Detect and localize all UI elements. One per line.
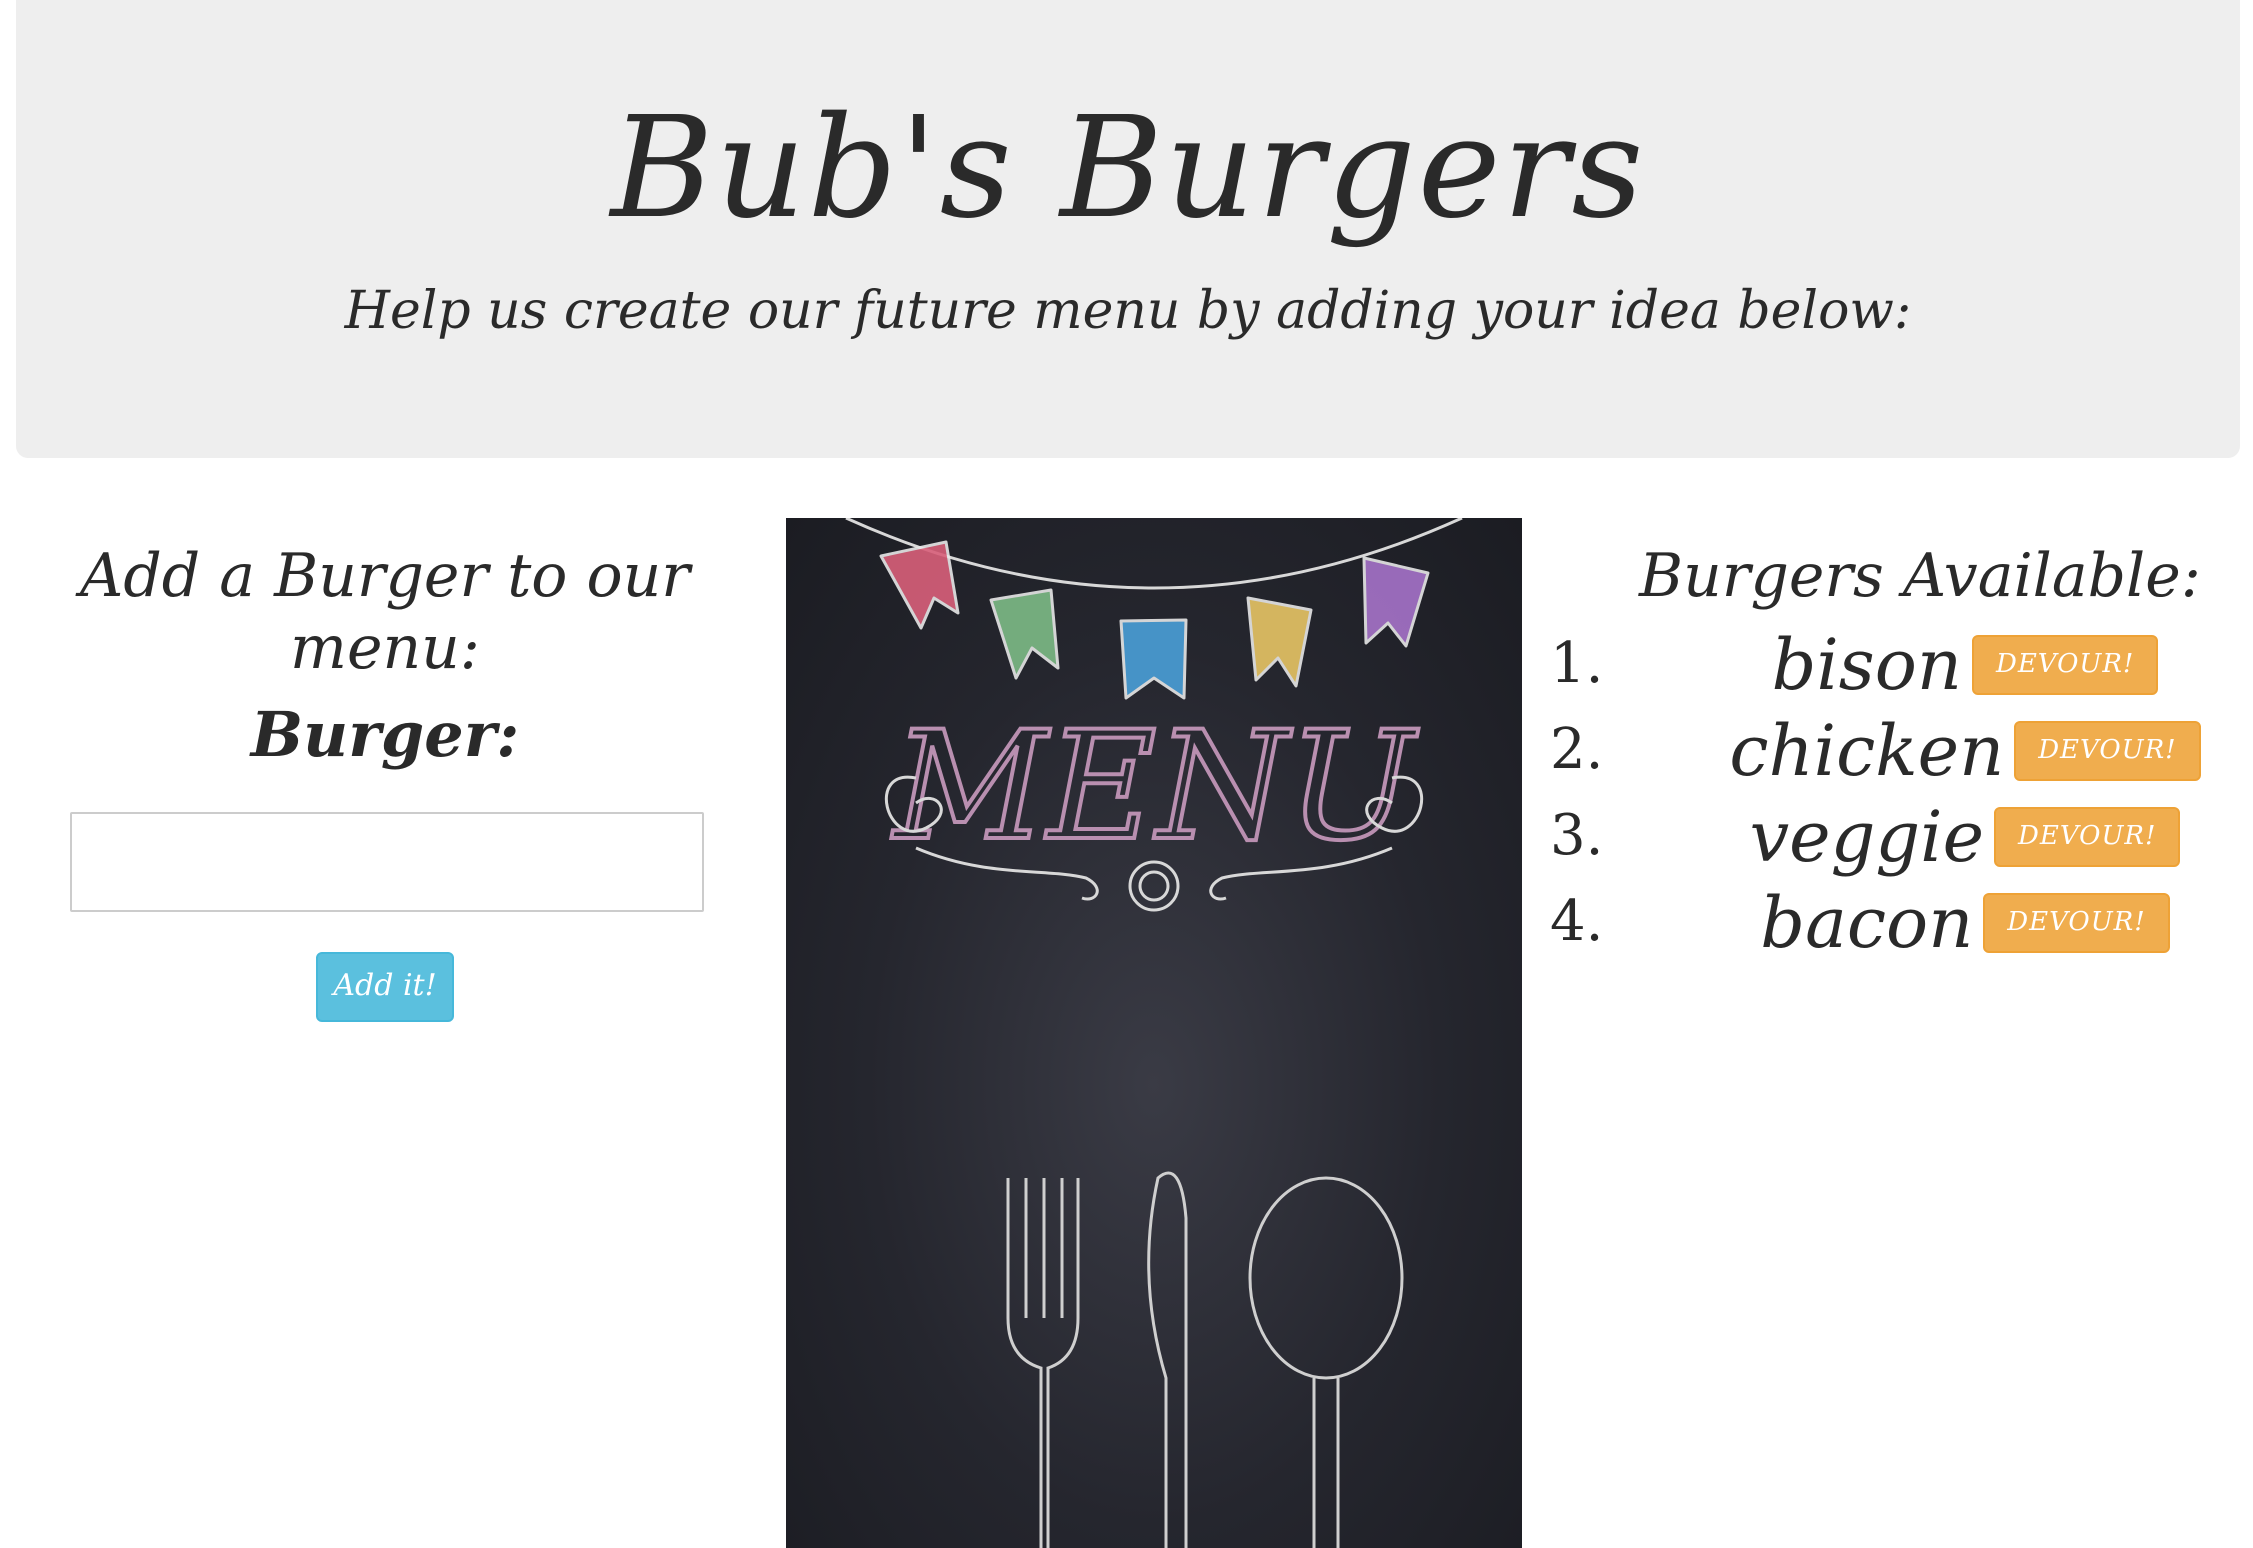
spoon-drawing: [1248, 1176, 1404, 1548]
devour-button[interactable]: DEVOUR!: [2014, 721, 2201, 781]
burger-list: 1. bison DEVOUR! 2. chicken DEVOUR! 3. v…: [1540, 622, 2240, 966]
bunting-flag-4: [1246, 596, 1313, 688]
burger-name-input[interactable]: [70, 812, 704, 913]
add-it-button[interactable]: Add it!: [316, 952, 454, 1023]
burger-name: bacon: [1760, 882, 1974, 964]
add-burger-form: Add a Burger to our menu: Burger: Add it…: [60, 540, 710, 1023]
devour-button[interactable]: DEVOUR!: [1983, 893, 2170, 953]
fork-drawing: [1006, 1178, 1080, 1548]
burger-list-item: 4. bacon DEVOUR!: [1540, 880, 2240, 966]
menu-board-text: MENU: [891, 700, 1419, 874]
add-burger-heading: Add a Burger to our menu:: [80, 541, 690, 683]
burger-name: bison: [1771, 624, 1962, 706]
page-subtitle: Help us create our future menu by adding…: [344, 281, 1912, 341]
burger-number: 4.: [1550, 889, 1604, 954]
devour-button[interactable]: DEVOUR!: [1971, 635, 2159, 695]
burger-name: chicken: [1729, 710, 2005, 792]
bunting-flag-2: [989, 588, 1060, 680]
burgers-available: Burgers Available: 1. bison DEVOUR! 2. c…: [1540, 540, 2240, 966]
burger-list-item: 3. veggie DEVOUR!: [1540, 794, 2240, 880]
burgers-available-heading: Burgers Available:: [1639, 541, 2201, 611]
knife-drawing: [1147, 1171, 1188, 1548]
burger-list-item: 1. bison DEVOUR!: [1540, 622, 2240, 708]
burger-number: 2.: [1550, 717, 1604, 782]
jumbotron-header: Bub's Burgers Help us create our future …: [16, 0, 2240, 458]
page-title: Bub's Burgers: [610, 87, 1646, 250]
burger-number: 3.: [1550, 803, 1604, 868]
burger-number: 1.: [1550, 631, 1604, 696]
bunting-flag-3: [1119, 618, 1188, 700]
devour-button[interactable]: DEVOUR!: [1994, 807, 2181, 867]
menu-chalkboard-image: MENU: [786, 518, 1522, 1548]
burger-name: veggie: [1749, 796, 1984, 878]
burger-list-item: 2. chicken DEVOUR!: [1540, 708, 2240, 794]
bunting-flag-5: [1362, 556, 1430, 648]
burger-field-label: Burger:: [250, 698, 520, 771]
bunting-flag-1: [879, 540, 960, 630]
